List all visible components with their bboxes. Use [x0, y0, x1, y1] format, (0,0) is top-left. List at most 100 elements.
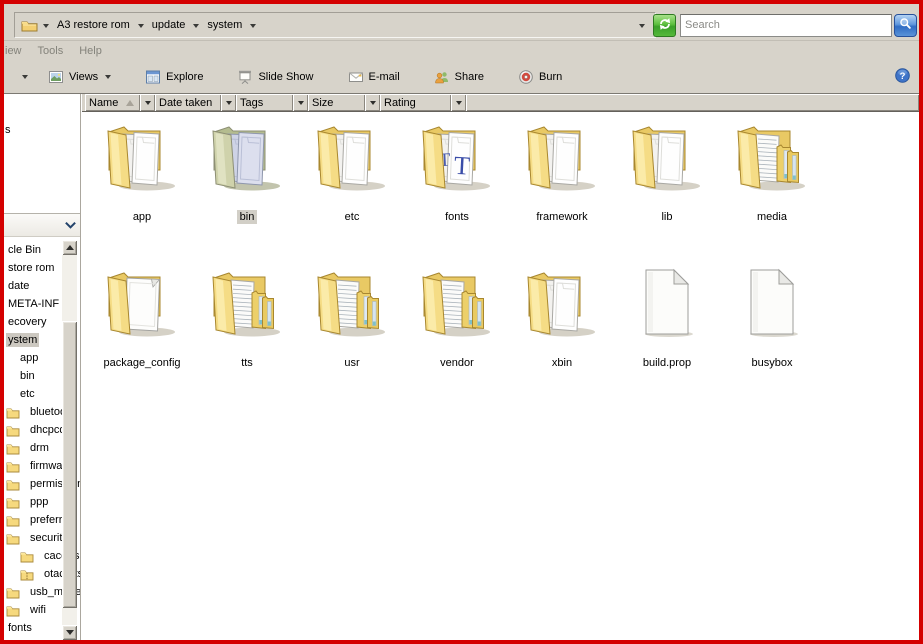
toolbar-button-label: E-mail — [369, 71, 400, 83]
scroll-down-button[interactable] — [62, 625, 77, 640]
column-label: Name — [89, 97, 118, 109]
breadcrumb-update[interactable]: update — [149, 19, 189, 31]
file-item-framework[interactable]: framework — [514, 118, 610, 264]
column-label: Date taken — [159, 97, 212, 109]
column-header-filler — [466, 94, 919, 111]
column-filter-rating[interactable] — [451, 94, 466, 111]
toolbar-button-share[interactable]: Share — [430, 66, 488, 88]
file-item-vendor[interactable]: vendor — [409, 264, 505, 410]
history-chevron-down-icon[interactable] — [639, 24, 645, 28]
file-item-media[interactable]: media — [724, 118, 820, 264]
arrow-up-icon — [66, 241, 74, 250]
folder-stuffed-icon — [419, 264, 495, 340]
refresh-button[interactable] — [653, 14, 676, 37]
file-list-pane: Name Date taken Tags Size Rating app bin etc TT… — [82, 94, 919, 640]
folder-icon — [6, 586, 24, 599]
file-item-usr[interactable]: usr — [304, 264, 400, 410]
folders-band[interactable] — [4, 213, 80, 237]
toolbar-button-label: Burn — [539, 71, 562, 83]
chevron-down-icon — [226, 101, 232, 105]
folder-icon — [20, 550, 38, 563]
breadcrumb-system[interactable]: system — [204, 19, 245, 31]
folder-icon — [6, 406, 24, 419]
svg-text:?: ? — [900, 71, 906, 82]
chevron-down-icon[interactable] — [250, 24, 256, 28]
folder-icon — [6, 424, 24, 437]
scroll-up-button[interactable] — [62, 240, 77, 255]
folder-stuffed-icon — [314, 264, 390, 340]
menu-help[interactable]: Help — [71, 43, 110, 59]
file-item-package-config[interactable]: package_config — [94, 264, 190, 410]
toolbar-button-slide-show[interactable]: Slide Show — [233, 66, 317, 88]
document-icon — [734, 264, 810, 340]
file-item-app[interactable]: app — [94, 118, 190, 264]
search-input[interactable] — [681, 16, 891, 35]
file-item-build-prop[interactable]: build.prop — [619, 264, 715, 410]
folder-single-document-icon — [104, 264, 180, 340]
burn-icon — [518, 69, 539, 85]
folder-icon — [6, 442, 24, 455]
column-filter-size[interactable] — [365, 94, 380, 111]
folder-with-documents-icon — [524, 118, 600, 194]
chevron-down-icon[interactable] — [193, 24, 199, 28]
folder-icon — [6, 496, 24, 509]
column-header-size[interactable]: Size — [308, 94, 365, 111]
file-item-label: vendor — [437, 356, 477, 370]
toolbar-buttons: Views Explore Slide Show E-mail Share Burn — [44, 66, 592, 88]
toolbar-button-explore[interactable]: Explore — [141, 66, 207, 88]
menu-tools[interactable]: Tools — [30, 43, 72, 59]
chevron-down-icon[interactable] — [138, 24, 144, 28]
chevron-down-icon[interactable] — [43, 24, 49, 28]
column-header-name[interactable]: Name — [85, 94, 140, 111]
search-button[interactable] — [894, 14, 917, 37]
column-header-rating[interactable]: Rating — [380, 94, 451, 111]
file-item-etc[interactable]: etc — [304, 118, 400, 264]
file-item-tts[interactable]: tts — [199, 264, 295, 410]
tree-item-label: drm — [28, 441, 51, 455]
file-item-label: app — [130, 210, 154, 224]
menu-view[interactable]: iew — [4, 43, 30, 59]
file-item-busybox[interactable]: busybox — [724, 264, 820, 410]
chevron-down-icon — [370, 101, 376, 105]
address-bar-right — [639, 12, 917, 38]
tree-item-label: etc — [18, 387, 37, 401]
file-item-lib[interactable]: lib — [619, 118, 715, 264]
navigation-pane: s cle Binstore romdateMETA-INFecoveryyst… — [4, 94, 81, 640]
toolbar-button-label: Views — [69, 71, 98, 83]
file-item-xbin[interactable]: xbin — [514, 264, 610, 410]
toolbar-button-e-mail[interactable]: E-mail — [344, 66, 404, 88]
folder-icon — [6, 460, 24, 473]
toolbar-button-label: Share — [455, 71, 484, 83]
column-header-tags[interactable]: Tags — [236, 94, 293, 111]
file-item-label: lib — [658, 210, 675, 224]
folder-stuffed-icon — [734, 118, 810, 194]
file-item-fonts[interactable]: TTfonts — [409, 118, 505, 264]
menu-bar: iew Tools Help — [4, 40, 919, 60]
refresh-icon — [657, 16, 673, 35]
column-filter-name[interactable] — [140, 94, 155, 111]
content-region: s cle Binstore romdateMETA-INFecoveryyst… — [4, 93, 919, 640]
toolbar-overflow-chevron-icon[interactable] — [22, 75, 28, 79]
file-grid-row: app bin etc TTfontsframework lib media — [94, 118, 919, 264]
chevron-down-icon[interactable] — [105, 75, 111, 79]
column-label: Size — [312, 97, 333, 109]
folder-icon — [6, 514, 24, 527]
tree-scrollbar[interactable] — [62, 240, 77, 640]
favorite-link-fragment[interactable]: s — [5, 124, 11, 136]
file-item-bin[interactable]: bin — [199, 118, 295, 264]
breadcrumb-a3-restore-rom[interactable]: A3 restore rom — [54, 19, 133, 31]
file-item-label: bin — [237, 210, 258, 224]
scrollbar-thumb[interactable] — [62, 321, 77, 608]
folder-stuffed-icon — [209, 264, 285, 340]
column-filter-date-taken[interactable] — [221, 94, 236, 111]
column-filter-tags[interactable] — [293, 94, 308, 111]
toolbar-button-burn[interactable]: Burn — [514, 66, 566, 88]
help-button[interactable]: ? — [895, 68, 911, 84]
toolbar: Views Explore Slide Show E-mail Share Burn ? — [4, 60, 919, 93]
column-header-date-taken[interactable]: Date taken — [155, 94, 221, 111]
file-grid-row: package_configttsusr vendor xbin build.pro… — [94, 264, 919, 410]
file-item-label: etc — [342, 210, 363, 224]
tree-item-label: fonts — [6, 621, 34, 635]
breadcrumb[interactable]: A3 restore rom update system — [14, 12, 656, 38]
toolbar-button-views[interactable]: Views — [44, 66, 115, 88]
